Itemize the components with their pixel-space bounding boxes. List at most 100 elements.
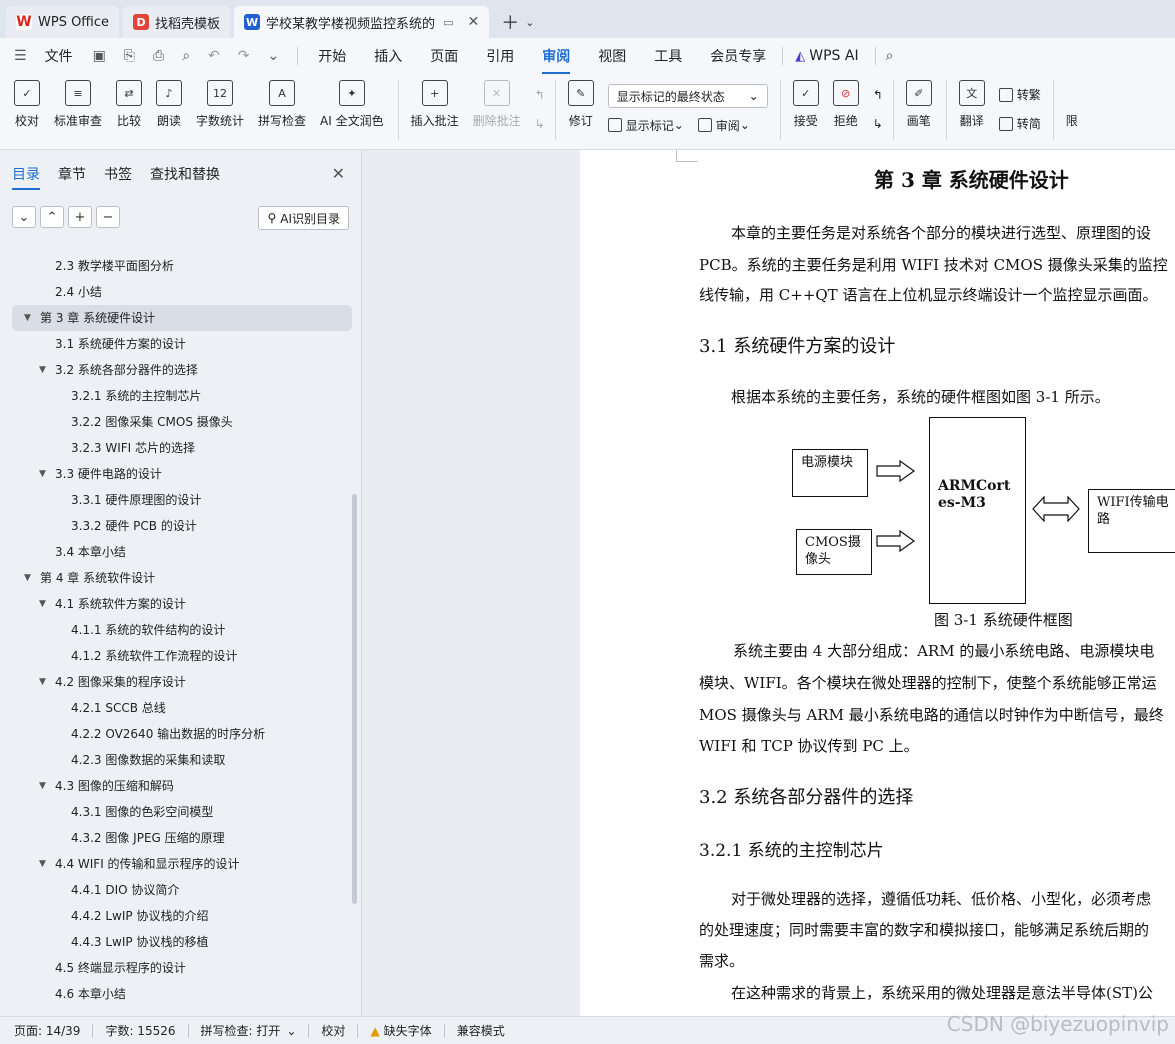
to-simplified-button[interactable]: 转简 [998, 115, 1041, 132]
monitor-icon[interactable]: ▭ [443, 16, 453, 29]
standard-review-button[interactable]: ≡ 标准审查 [54, 80, 102, 149]
ai-polish-button[interactable]: ✦ AI 全文润色 [320, 80, 384, 149]
toc-item[interactable]: 4.4.3 LwIP 协议栈的移植 [12, 929, 352, 955]
toc-item[interactable]: 3.2.3 WIFI 芯片的选择 [12, 435, 352, 461]
show-markup-button[interactable]: 显示标记 ⌄ [607, 117, 684, 134]
next-comment-icon[interactable]: ↳ [535, 117, 545, 131]
pen-button[interactable]: ✐ 画笔 [905, 80, 932, 149]
menu-review[interactable]: 审阅 [542, 46, 571, 74]
tab-bookmarks[interactable]: 书签 [104, 164, 132, 184]
expand-triangle-icon[interactable]: ▼ [39, 357, 46, 383]
toc-item[interactable]: 4.2.1 SCCB 总线 [12, 695, 352, 721]
toc-item[interactable]: ▼ 4.1 系统软件方案的设计 [12, 591, 352, 617]
reject-button[interactable]: ⊘ 拒绝 [832, 80, 859, 149]
translate-button[interactable]: 文翻译 [958, 80, 985, 149]
expand-down-icon[interactable]: ⌄ [12, 206, 36, 228]
menu-view[interactable]: 视图 [598, 46, 626, 66]
toc-item[interactable]: 3.4 本章小结 [12, 539, 352, 565]
toc-item[interactable]: ▼ 4.3 图像的压缩和解码 [12, 773, 352, 799]
tab-templates[interactable]: D 找稻壳模板 [123, 6, 231, 38]
toc-item[interactable]: 4.4.2 LwIP 协议栈的介绍 [12, 903, 352, 929]
toc-item[interactable]: 2.4 小结 [12, 279, 352, 305]
page-indicator[interactable]: 页面: 14/39 [14, 1022, 80, 1039]
expand-triangle-icon[interactable]: ▼ [39, 773, 46, 799]
toc-item[interactable]: 4.2.3 图像数据的采集和读取 [12, 747, 352, 773]
print-preview-icon[interactable]: ⌕ [182, 48, 190, 64]
menu-tools[interactable]: 工具 [654, 46, 682, 66]
insert-comment-button[interactable]: + 插入批注 [411, 80, 459, 149]
collapse-up-icon[interactable]: ⌃ [40, 206, 64, 228]
menu-wps-ai[interactable]: WPS AI [809, 48, 858, 64]
delete-comment-button[interactable]: ✕ 删除批注 [473, 80, 521, 149]
prev-comment-icon[interactable]: ↰ [535, 88, 545, 102]
remove-heading-icon[interactable]: − [96, 206, 120, 228]
save-icon[interactable]: ▣ [93, 48, 106, 64]
toc-item[interactable]: ▼ 4.2 图像采集的程序设计 [12, 669, 352, 695]
compare-button[interactable]: ⇄ 比较 [116, 80, 143, 149]
search-icon[interactable]: ⌕ [886, 48, 894, 64]
toc-item[interactable]: 3.3.1 硬件原理图的设计 [12, 487, 352, 513]
toc-item[interactable]: 4.1.1 系统的软件结构的设计 [12, 617, 352, 643]
toc-item[interactable]: ▼ 第 3 章 系统硬件设计 [12, 305, 352, 331]
menu-member[interactable]: 会员专享 [710, 46, 766, 66]
new-tab-button[interactable]: ＋ ⌄ [493, 6, 542, 38]
tab-chapters[interactable]: 章节 [58, 164, 86, 184]
toc-item[interactable]: 4.3.2 图像 JPEG 压缩的原理 [12, 825, 352, 851]
tab-toc[interactable]: 目录 [12, 164, 40, 190]
menu-home[interactable]: 开始 [318, 46, 346, 66]
document-page[interactable]: 第 3 章 系统硬件设计 本章的主要任务是对系统各个部分的模块进行选型、原理图的… [580, 150, 1175, 1016]
menu-references[interactable]: 引用 [486, 46, 514, 66]
spell-check-button[interactable]: A 拼写检查 [258, 80, 306, 149]
toc-item[interactable]: 2.3 教学楼平面图分析 [12, 253, 352, 279]
toc-item[interactable]: 4.6 本章小结 [12, 981, 352, 1007]
toc-item[interactable]: 3.3.2 硬件 PCB 的设计 [12, 513, 352, 539]
next-change-icon[interactable]: ↳ [873, 117, 883, 131]
toc-item[interactable]: ▼ 4.4 WIFI 的传输和显示程序的设计 [12, 851, 352, 877]
proofread-button[interactable]: ✓ 校对 [14, 80, 40, 149]
accept-button[interactable]: ✓ 接受 [792, 80, 819, 149]
redo-icon[interactable]: ↷ [238, 48, 250, 64]
menu-icon[interactable]: ☰ [14, 48, 27, 64]
toc-item[interactable]: 4.1.2 系统软件工作流程的设计 [12, 643, 352, 669]
expand-triangle-icon[interactable]: ▼ [39, 591, 46, 617]
markup-state-select[interactable]: 显示标记的最终状态 ⌄ [607, 84, 768, 109]
menu-page[interactable]: 页面 [430, 46, 458, 66]
close-icon[interactable]: ✕ [332, 164, 345, 183]
toc-item[interactable]: 4.5 终端显示程序的设计 [12, 955, 352, 981]
restrict-button[interactable]: 限 [1066, 112, 1078, 149]
undo-icon[interactable]: ↶ [208, 48, 220, 64]
tab-document[interactable]: W 学校某教学楼视频监控系统的 ▭ ✕ [234, 6, 490, 38]
menu-insert[interactable]: 插入 [374, 46, 402, 66]
word-count[interactable]: 字数: 15526 [105, 1022, 175, 1039]
toc-item[interactable]: ▼ 第 4 章 系统软件设计 [12, 565, 352, 591]
menu-file[interactable]: 文件 [45, 46, 73, 66]
more-icon[interactable]: ⌄ [268, 48, 280, 64]
toc-item[interactable]: 3.2.1 系统的主控制芯片 [12, 383, 352, 409]
read-aloud-button[interactable]: ♪ 朗读 [156, 80, 183, 149]
toc-item[interactable]: 4.4.1 DIO 协议简介 [12, 877, 352, 903]
missing-font-status[interactable]: ▲ 缺失字体 [370, 1022, 431, 1039]
toc-item[interactable]: 4.2.2 OV2640 输出数据的时序分析 [12, 721, 352, 747]
word-count-button[interactable]: 12 字数统计 [196, 80, 244, 149]
spell-check-status[interactable]: 拼写检查: 打开 ⌄ [201, 1022, 297, 1039]
review-pane-button[interactable]: 审阅 ⌄ [697, 117, 750, 134]
add-heading-icon[interactable]: + [68, 206, 92, 228]
track-changes-button[interactable]: ✎ 修订 [567, 80, 594, 149]
export-icon[interactable]: ⎘ [124, 48, 135, 64]
close-icon[interactable]: ✕ [467, 14, 479, 30]
expand-triangle-icon[interactable]: ▼ [24, 305, 31, 331]
proofread-status[interactable]: 校对 [321, 1022, 345, 1039]
expand-triangle-icon[interactable]: ▼ [39, 669, 46, 695]
toc-item[interactable]: ▼ 3.2 系统各部分器件的选择 [12, 357, 352, 383]
expand-triangle-icon[interactable]: ▼ [39, 851, 46, 877]
toc-item[interactable]: 3.2.2 图像采集 CMOS 摄像头 [12, 409, 352, 435]
tab-find-replace[interactable]: 查找和替换 [150, 164, 220, 184]
ai-toc-button[interactable]: ⚲ AI识别目录 [258, 206, 349, 230]
print-icon[interactable]: ⎙ [153, 48, 164, 64]
expand-triangle-icon[interactable]: ▼ [24, 565, 31, 591]
to-traditional-button[interactable]: 转繁 [998, 86, 1041, 103]
expand-triangle-icon[interactable]: ▼ [39, 461, 46, 487]
toc-item[interactable]: 4.3.1 图像的色彩空间模型 [12, 799, 352, 825]
toc-item[interactable]: 3.1 系统硬件方案的设计 [12, 331, 352, 357]
scrollbar[interactable] [352, 494, 357, 904]
